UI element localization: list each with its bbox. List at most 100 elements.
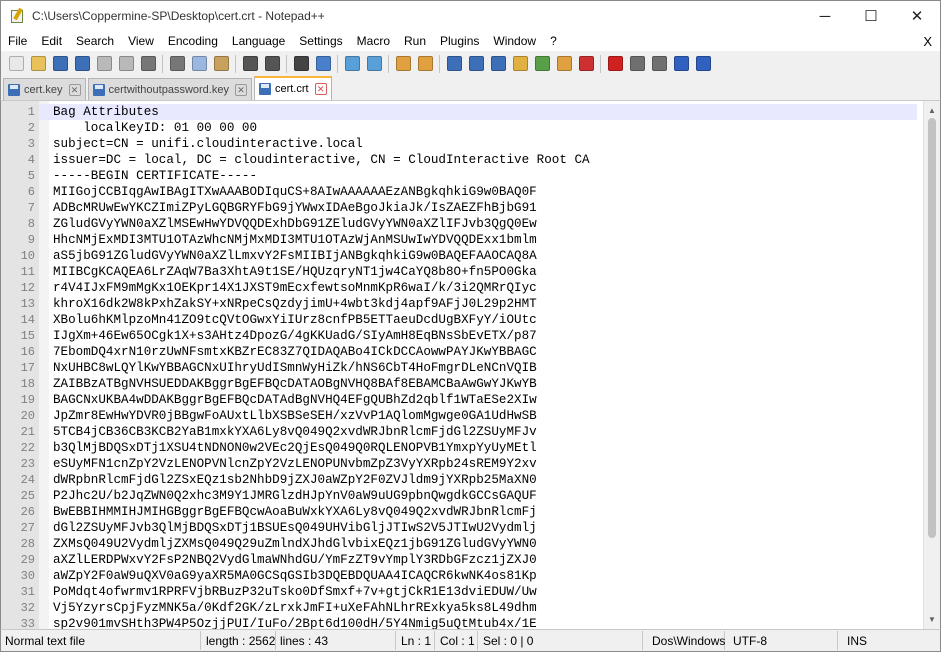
scroll-up-arrow-icon[interactable]: ▲ bbox=[928, 106, 936, 115]
new-file-button[interactable] bbox=[5, 54, 27, 74]
scrollbar-thumb[interactable] bbox=[928, 118, 936, 538]
tab-cert-key[interactable]: cert.key ✕ bbox=[3, 78, 86, 100]
line-text[interactable]: aS5jbG91ZGludGVyYWN0aXZlLmxvY2FsMIIBIjAN… bbox=[39, 248, 537, 264]
line-text[interactable]: BAGCNxUKBA4wDDAKBggrBgEFBQcDATAdBgNVHQ4E… bbox=[39, 392, 537, 408]
menu-macro[interactable]: Macro bbox=[350, 34, 397, 48]
line-text[interactable]: ZGludGVyYWN0aXZlMSEwHwYDVQQDExhDbG91ZElu… bbox=[39, 216, 537, 232]
line-text[interactable]: JpZmr8EwHwYDVR0jBBgwFoAUxtLlbXSBSeSEH/xz… bbox=[39, 408, 537, 424]
line-text[interactable]: XBolu6hKMlpzoMn41ZO9tcQVtOGwxYiIUrz8cnfP… bbox=[39, 312, 537, 328]
replace-button[interactable] bbox=[312, 54, 334, 74]
line-text[interactable]: dWRpbnRlcmFjdGl2ZSxEQz1sb2NhbD9jZXJ0aWZp… bbox=[39, 472, 537, 488]
line-text[interactable]: -----BEGIN CERTIFICATE----- bbox=[39, 168, 257, 184]
tab-certwithoutpassword-key[interactable]: certwithoutpassword.key ✕ bbox=[87, 78, 252, 100]
line-text[interactable]: eSUyMFN1cnZpY2VzLENOPVNlcnZpY2VzLENOPUNv… bbox=[39, 456, 537, 472]
document-map-button[interactable] bbox=[531, 54, 553, 74]
menu-edit[interactable]: Edit bbox=[34, 34, 69, 48]
editor-line[interactable]: 24 dWRpbnRlcmFjdGl2ZSxEQz1sb2NhbD9jZXJ0aW… bbox=[1, 472, 927, 488]
line-text[interactable]: PoMdqt4ofwrmv1RPRFVjbRBuzP32uTsko0DfSmxf… bbox=[39, 584, 537, 600]
menu-help[interactable]: ? bbox=[543, 34, 564, 48]
line-text[interactable]: HhcNMjExMDI3MTU1OTAzWhcNMjMxMDI3MTU1OTAz… bbox=[39, 232, 537, 248]
editor-line[interactable]: 16 7EbomDQ4xrN10rzUwNFsmtxKBZrEC83Z7QIDAQ… bbox=[1, 344, 927, 360]
editor-line[interactable]: 12 r4V4IJxFM9mMgKx1OEKpr14X1JXST9mEcxfewt… bbox=[1, 280, 927, 296]
stop-recording-button[interactable] bbox=[626, 54, 648, 74]
editor-line[interactable]: 30 aWZpY2F0aW9uQXV0aG9yaXR5MA0GCSqGSIb3DQ… bbox=[1, 568, 927, 584]
close-all-button[interactable] bbox=[115, 54, 137, 74]
editor-line[interactable]: 33 sp2v901mvSHth3PW4P5OzjjPUI/IuFo/2Bpt6d… bbox=[1, 616, 927, 629]
sync-horizontal-button[interactable] bbox=[414, 54, 436, 74]
editor-line[interactable]: 8 ZGludGVyYWN0aXZlMSEwHwYDVQQDExhDbG91ZEl… bbox=[1, 216, 927, 232]
line-text[interactable]: 7EbomDQ4xrN10rzUwNFsmtxKBZrEC83Z7QIDAQAB… bbox=[39, 344, 537, 360]
editor[interactable]: 1 Bag Attributes 2 localKeyID: 01 00 00 00… bbox=[0, 101, 941, 629]
editor-line[interactable]: 26 BwEBBIHMMIHJMIHGBggrBgEFBQcwAoaBuWxkYX… bbox=[1, 504, 927, 520]
run-macro-multiple-button[interactable] bbox=[670, 54, 692, 74]
status-eol[interactable]: Dos\Windows bbox=[643, 631, 725, 650]
zoom-in-button[interactable] bbox=[341, 54, 363, 74]
line-text[interactable]: MIIGojCCBIqgAwIBAgITXwAAABODIquCS+8AIwAA… bbox=[39, 184, 537, 200]
line-text[interactable]: aWZpY2F0aW9uQXV0aG9yaXR5MA0GCSqGSIb3DQEB… bbox=[39, 568, 537, 584]
function-list-button[interactable] bbox=[553, 54, 575, 74]
editor-line[interactable]: 15 IJgXm+46Ew65OCgk1X+s3AHtz4DpozG/4gKKUa… bbox=[1, 328, 927, 344]
undo-button[interactable] bbox=[239, 54, 261, 74]
paste-button[interactable] bbox=[210, 54, 232, 74]
editor-line[interactable]: 20 JpZmr8EwHwYDVR0jBBgwFoAUxtLlbXSBSeSEH/… bbox=[1, 408, 927, 424]
editor-line[interactable]: 27 dGl2ZSUyMFJvb3QlMjBDQSxDTj1BSUEsQ049UH… bbox=[1, 520, 927, 536]
line-text[interactable]: dGl2ZSUyMFJvb3QlMjBDQSxDTj1BSUEsQ049UHVi… bbox=[39, 520, 537, 536]
line-text[interactable]: BwEBBIHMMIHJMIHGBggrBgEFBQcwAoaBuWxkYXA6… bbox=[39, 504, 537, 520]
close-button[interactable] bbox=[93, 54, 115, 74]
status-mode[interactable]: INS bbox=[838, 631, 867, 650]
editor-line[interactable]: 19 BAGCNxUKBA4wDDAKBggrBgEFBQcDATAdBgNVHQ… bbox=[1, 392, 927, 408]
user-language-button[interactable] bbox=[509, 54, 531, 74]
save-macro-button[interactable] bbox=[692, 54, 714, 74]
editor-line[interactable]: 22 b3QlMjBDQSxDTj1XSU4tNDNON0w2VEc2QjEsQ0… bbox=[1, 440, 927, 456]
editor-line[interactable]: 10 aS5jbG91ZGludGVyYWN0aXZlLmxvY2FsMIIBIj… bbox=[1, 248, 927, 264]
editor-line[interactable]: 7 ADBcMRUwEwYKCZImiZPyLGQBGRYFbG9jYWwxIDA… bbox=[1, 200, 927, 216]
editor-line[interactable]: 14 XBolu6hKMlpzoMn41ZO9tcQVtOGwxYiIUrz8cn… bbox=[1, 312, 927, 328]
editor-line[interactable]: 2 localKeyID: 01 00 00 00 bbox=[1, 120, 927, 136]
line-text[interactable]: IJgXm+46Ew65OCgk1X+s3AHtz4DpozG/4gKKUadG… bbox=[39, 328, 537, 344]
editor-line[interactable]: 29 aXZlLERDPWxvY2FsP2NBQ2VydGlmaWNhdGU/Ym… bbox=[1, 552, 927, 568]
zoom-out-button[interactable] bbox=[363, 54, 385, 74]
copy-button[interactable] bbox=[188, 54, 210, 74]
word-wrap-button[interactable] bbox=[443, 54, 465, 74]
sync-vertical-button[interactable] bbox=[392, 54, 414, 74]
editor-line[interactable]: 21 5TCB4jCB36CB3KCB2YaB1mxkYXA6Ly8vQ049Q2… bbox=[1, 424, 927, 440]
editor-line[interactable]: 25 P2Jhc2U/b2JqZWN0Q2xhc3M9Y1JMRGlzdHJpYn… bbox=[1, 488, 927, 504]
line-text[interactable]: NxUHBC8wLQYlKwYBBAGCNxUIhryUdISmnWyHiZk/… bbox=[39, 360, 537, 376]
open-file-button[interactable] bbox=[27, 54, 49, 74]
record-macro-button[interactable] bbox=[604, 54, 626, 74]
indent-guide-button[interactable] bbox=[487, 54, 509, 74]
editor-line[interactable]: 1 Bag Attributes bbox=[1, 104, 927, 120]
editor-line[interactable]: 23 eSUyMFN1cnZpY2VzLENOPVNlcnZpY2VzLENOPU… bbox=[1, 456, 927, 472]
folder-as-workspace-button[interactable] bbox=[575, 54, 597, 74]
line-text[interactable]: MIIBCgKCAQEA6LrZAqW7Ba3XhtA9t1SE/HQUzqry… bbox=[39, 264, 537, 280]
playback-macro-button[interactable] bbox=[648, 54, 670, 74]
editor-line[interactable]: 9 HhcNMjExMDI3MTU1OTAzWhcNMjMxMDI3MTU1OTA… bbox=[1, 232, 927, 248]
menu-view[interactable]: View bbox=[121, 34, 161, 48]
editor-line[interactable]: 32 Vj5YzyrsCpjFyzMNK5a/0Kdf2GK/zLrxkJmFI+… bbox=[1, 600, 927, 616]
line-text[interactable]: P2Jhc2U/b2JqZWN0Q2xhc3M9Y1JMRGlzdHJpYnV0… bbox=[39, 488, 537, 504]
line-text[interactable]: b3QlMjBDQSxDTj1XSU4tNDNON0w2VEc2QjEsQ049… bbox=[39, 440, 537, 456]
save-all-button[interactable] bbox=[71, 54, 93, 74]
line-text[interactable]: r4V4IJxFM9mMgKx1OEKpr14X1JXST9mEcxfewtso… bbox=[39, 280, 537, 296]
menu-window[interactable]: Window bbox=[486, 34, 543, 48]
editor-line[interactable]: 3 subject=CN = unifi.cloudinteractive.loc… bbox=[1, 136, 927, 152]
editor-line[interactable]: 4 issuer=DC = local, DC = cloudinteractiv… bbox=[1, 152, 927, 168]
print-button[interactable] bbox=[137, 54, 159, 74]
menu-file[interactable]: File bbox=[1, 34, 34, 48]
tab-close-icon[interactable]: ✕ bbox=[234, 83, 247, 96]
editor-line[interactable]: 11 MIIBCgKCAQEA6LrZAqW7Ba3XhtA9t1SE/HQUzq… bbox=[1, 264, 927, 280]
editor-line[interactable]: 5 -----BEGIN CERTIFICATE----- bbox=[1, 168, 927, 184]
line-text[interactable]: ADBcMRUwEwYKCZImiZPyLGQBGRYFbG9jYWwxIDAe… bbox=[39, 200, 537, 216]
close-window-button[interactable]: ✕ bbox=[894, 1, 940, 32]
find-button[interactable] bbox=[290, 54, 312, 74]
line-text[interactable]: Bag Attributes bbox=[39, 104, 917, 120]
maximize-button[interactable]: ☐ bbox=[848, 1, 894, 32]
line-text[interactable]: ZXMsQ049U2VydmljZXMsQ049Q29uZmlndXJhdGlv… bbox=[39, 536, 537, 552]
line-text[interactable]: sp2v901mvSHth3PW4P5OzjjPUI/IuFo/2Bpt6d10… bbox=[39, 616, 537, 629]
menu-plugins[interactable]: Plugins bbox=[433, 34, 486, 48]
menu-run[interactable]: Run bbox=[397, 34, 433, 48]
scroll-down-arrow-icon[interactable]: ▼ bbox=[928, 615, 936, 624]
editor-line[interactable]: 28 ZXMsQ049U2VydmljZXMsQ049Q29uZmlndXJhdG… bbox=[1, 536, 927, 552]
editor-line[interactable]: 17 NxUHBC8wLQYlKwYBBAGCNxUIhryUdISmnWyHiZ… bbox=[1, 360, 927, 376]
minimize-button[interactable]: ─ bbox=[802, 1, 848, 32]
